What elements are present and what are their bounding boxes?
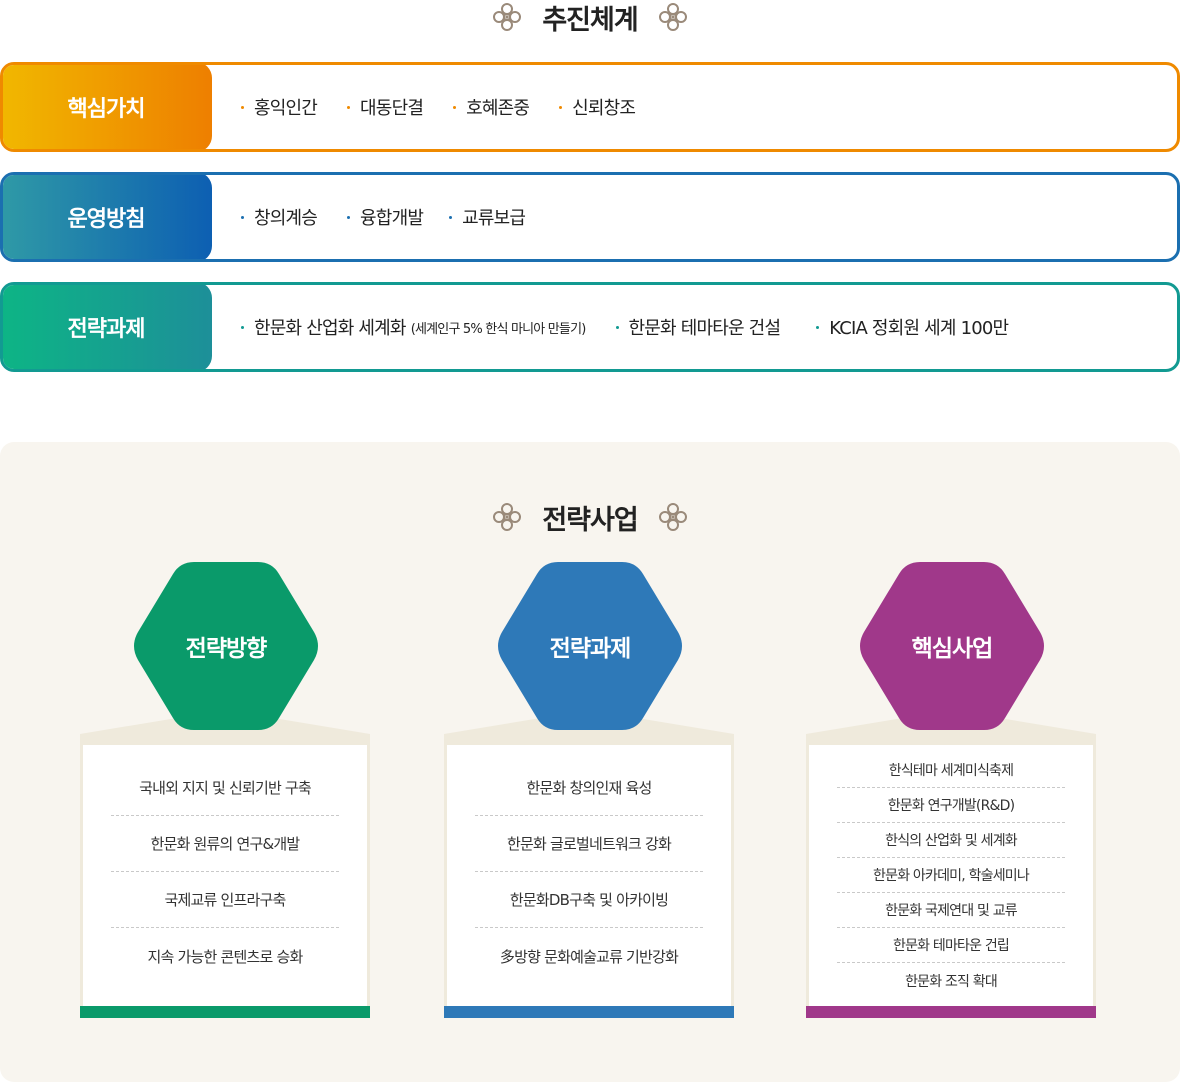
knot-ornament-icon (493, 3, 522, 31)
row-item: 호혜존중 (453, 94, 530, 120)
column-strategic-direction: 전략방향 국내외 지지 및 신뢰기반 구축 한문화 원류의 연구&개발 국제교류… (80, 560, 370, 1018)
hexagon-badge: 핵심사업 (858, 560, 1046, 732)
list-item: 한문화 연구개발(R&D) (837, 788, 1065, 823)
list-item: 국제교류 인프라구축 (111, 872, 339, 928)
item-list: 한문화 창의인재 육성 한문화 글로벌네트워크 강화 한문화DB구축 및 아카이… (475, 760, 703, 984)
row-operating-policy: 운영방침 창의계승 융합개발 교류보급 (0, 172, 1180, 262)
row-item: 한문화 산업화 세계화 (세계인구 5% 한식 마니아 만들기) (241, 314, 586, 340)
list-item: 多방향 문화예술교류 기반강화 (499, 947, 679, 966)
item-list: 국내외 지지 및 신뢰기반 구축 한문화 원류의 연구&개발 국제교류 인프라구… (111, 760, 339, 984)
list-item: 한문화 창의인재 육성 (475, 760, 703, 816)
row-item-note: (세계인구 5% 한식 마니아 만들기) (410, 321, 587, 337)
row-item: 창의계승 (241, 204, 318, 230)
section-title: 전략사업 (542, 504, 638, 536)
list-item: 한문화 원류의 연구&개발 (111, 816, 339, 872)
row-item: 교류보급 (449, 204, 526, 230)
list-item: 한문화 아카데미, 학술세미나 (837, 858, 1065, 893)
hexagon-label: 핵심사업 (911, 636, 994, 662)
hexagon-badge: 전략과제 (496, 560, 684, 732)
bullet-dot (347, 215, 351, 219)
list-item: 한문화 국제연대 및 교류 (837, 893, 1065, 928)
header-title-row: 추진체계 (0, 0, 1180, 36)
row-label: 전략과제 (3, 285, 212, 369)
bullet-dot (816, 325, 820, 329)
list-item: 한문화 테마타운 건립 (837, 928, 1065, 963)
card-bottom-bar (444, 1006, 734, 1018)
item-list: 한식테마 세계미식축제 한문화 연구개발(R&D) 한식의 산업화 및 세계화 … (837, 753, 1065, 998)
bullet-dot (241, 325, 244, 329)
row-core-values: 핵심가치 홍익인간 대동단결 호혜존중 신뢰창조 (0, 62, 1180, 152)
knot-ornament-icon (493, 503, 522, 531)
row-item: 신뢰창조 (559, 94, 636, 120)
column-core-business: 핵심사업 한식테마 세계미식축제 한문화 연구개발(R&D) 한식의 산업화 및… (806, 560, 1096, 1018)
item-card: 한문화 창의인재 육성 한문화 글로벌네트워크 강화 한문화DB구축 및 아카이… (444, 742, 734, 1018)
row-label: 운영방침 (3, 175, 212, 259)
page-title: 추진체계 (542, 4, 638, 36)
bullet-dot (241, 215, 244, 219)
hexagon-label: 전략방향 (185, 636, 268, 662)
card-bottom-bar (806, 1006, 1096, 1018)
list-item: 한문화 글로벌네트워크 강화 (475, 816, 703, 872)
row-item: KCIA 정회원 세계 100만 (816, 314, 1009, 340)
knot-ornament-icon (658, 3, 687, 31)
list-item: 한식테마 세계미식축제 (837, 753, 1065, 788)
bullet-dot (615, 325, 619, 329)
row-label: 핵심가치 (3, 65, 212, 149)
bullet-dot (453, 105, 457, 109)
section-title-row: 전략사업 (0, 500, 1180, 536)
row-item: 대동단결 (347, 94, 424, 120)
item-card: 한식테마 세계미식축제 한문화 연구개발(R&D) 한식의 산업화 및 세계화 … (806, 742, 1096, 1018)
bullet-dot (449, 215, 453, 219)
hexagon-badge: 전략방향 (132, 560, 320, 732)
list-item: 지속 가능한 콘텐츠로 승화 (147, 947, 304, 966)
column-strategic-tasks: 전략과제 한문화 창의인재 육성 한문화 글로벌네트워크 강화 한문화DB구축 … (444, 560, 734, 1018)
row-item: 홍익인간 (241, 94, 318, 120)
list-item: 한식의 산업화 및 세계화 (837, 823, 1065, 858)
bullet-dot (559, 105, 563, 109)
list-item: 한문화 조직 확대 (905, 973, 998, 990)
item-card: 국내외 지지 및 신뢰기반 구축 한문화 원류의 연구&개발 국제교류 인프라구… (80, 742, 370, 1018)
list-item: 국내외 지지 및 신뢰기반 구축 (111, 760, 339, 816)
row-item: 융합개발 (347, 204, 424, 230)
bullet-dot (347, 105, 351, 109)
row-item: 한문화 테마타운 건설 (615, 314, 781, 340)
card-bottom-bar (80, 1006, 370, 1018)
list-item: 한문화DB구축 및 아카이빙 (475, 872, 703, 928)
hexagon-label: 전략과제 (549, 636, 632, 662)
row-strategic-tasks: 전략과제 한문화 산업화 세계화 (세계인구 5% 한식 마니아 만들기) 한문화… (0, 282, 1180, 372)
knot-ornament-icon (658, 503, 687, 531)
bullet-dot (241, 105, 244, 109)
